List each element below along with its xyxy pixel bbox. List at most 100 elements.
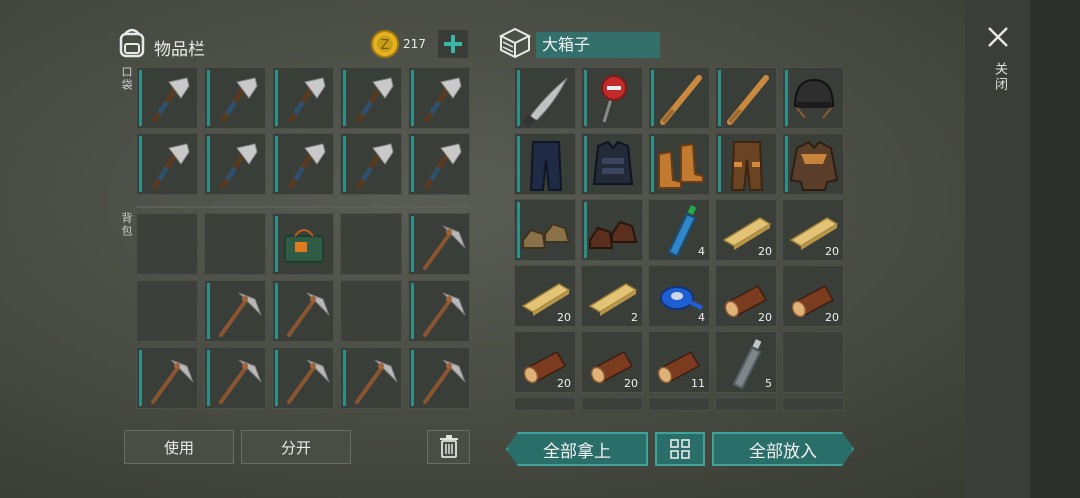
chest-slot[interactable]: 4 <box>648 265 710 327</box>
chest-slot[interactable] <box>514 199 576 261</box>
durability-bar <box>207 350 210 406</box>
chest-slot[interactable] <box>648 133 710 195</box>
durability-bar <box>207 136 210 192</box>
backpack-slot[interactable] <box>272 280 334 342</box>
chest-slot[interactable]: 11 <box>648 331 710 393</box>
pocket-slot[interactable] <box>408 67 470 129</box>
close-button[interactable]: 关闭 <box>983 22 1013 102</box>
pickaxe-icon <box>356 77 394 123</box>
backpack-slot[interactable] <box>136 347 198 409</box>
durability-bar <box>411 350 414 406</box>
backpack-slot[interactable] <box>272 213 334 275</box>
durability-bar <box>411 70 414 126</box>
durability-bar <box>718 70 721 126</box>
vest-icon <box>592 140 634 185</box>
backpack-slot[interactable] <box>272 347 334 409</box>
pocket-slot[interactable] <box>272 67 334 129</box>
durability-bar <box>139 136 142 192</box>
use-button[interactable]: 使用 <box>124 430 234 464</box>
backpack-slot[interactable] <box>340 213 402 275</box>
put-all-button[interactable]: 全部放入 <box>712 432 854 466</box>
pants-blue-icon <box>529 141 563 191</box>
item-count: 20 <box>758 311 772 324</box>
split-button[interactable]: 分开 <box>241 430 351 464</box>
backpack-slot[interactable] <box>136 280 198 342</box>
item-count: 5 <box>765 377 772 390</box>
chest-slot[interactable]: 20 <box>514 331 576 393</box>
add-coins-button[interactable] <box>438 30 468 58</box>
stone-pick-icon <box>423 225 466 270</box>
pocket-slot[interactable] <box>340 133 402 195</box>
chest-slot-partial <box>514 397 576 411</box>
take-all-button[interactable]: 全部拿上 <box>506 432 648 466</box>
backpack-slot[interactable] <box>408 347 470 409</box>
chest-slot[interactable] <box>715 67 777 129</box>
chest-slot[interactable] <box>782 133 844 195</box>
pickaxe-icon <box>424 77 462 123</box>
pocket-slot[interactable] <box>204 67 266 129</box>
chest-slot[interactable] <box>648 67 710 129</box>
backpack-slot[interactable] <box>408 280 470 342</box>
backpack-slot[interactable] <box>204 347 266 409</box>
pocket-slot[interactable] <box>408 133 470 195</box>
stone-pick-icon <box>355 359 398 404</box>
put-all-label: 全部放入 <box>749 441 817 462</box>
durability-bar <box>139 70 142 126</box>
svg-text:Z: Z <box>381 38 390 53</box>
coin-icon: Z <box>371 30 399 58</box>
chest-slot[interactable]: 20 <box>514 265 576 327</box>
pocket-slot[interactable] <box>136 133 198 195</box>
chest-slot[interactable] <box>581 199 643 261</box>
stop-sign-icon <box>601 75 627 123</box>
chest-slot[interactable]: 5 <box>715 331 777 393</box>
pickaxe-icon <box>288 143 326 189</box>
pocket-slot[interactable] <box>340 67 402 129</box>
stone-pick-icon <box>287 359 330 404</box>
backpack-slot[interactable] <box>204 280 266 342</box>
chest-slot[interactable]: 20 <box>581 331 643 393</box>
durability-bar <box>343 350 346 406</box>
pocket-slot[interactable] <box>136 67 198 129</box>
stone-pick-icon <box>219 359 262 404</box>
item-count: 20 <box>624 377 638 390</box>
chest-slot[interactable]: 20 <box>715 265 777 327</box>
backpack-slot[interactable] <box>408 213 470 275</box>
item-count: 11 <box>691 377 705 390</box>
chest-slot[interactable] <box>581 133 643 195</box>
grid-sort-icon <box>670 439 690 459</box>
chest-slot[interactable]: 4 <box>648 199 710 261</box>
durability-bar <box>785 136 788 192</box>
pants-brown-icon <box>730 141 764 191</box>
shoes-tan-icon <box>522 222 571 249</box>
durability-bar <box>275 70 278 126</box>
durability-bar <box>343 136 346 192</box>
chest-slot[interactable] <box>514 133 576 195</box>
crate-icon <box>498 27 532 59</box>
chest-slot[interactable]: 20 <box>715 199 777 261</box>
durability-bar <box>584 202 587 258</box>
chest-slot[interactable] <box>782 67 844 129</box>
bat-icon <box>660 75 702 125</box>
pickaxe-icon <box>220 143 258 189</box>
pocket-slot[interactable] <box>204 133 266 195</box>
trash-button[interactable] <box>427 430 470 464</box>
tackle-box-icon <box>284 229 324 263</box>
durability-bar <box>411 136 414 192</box>
chest-slot[interactable] <box>514 67 576 129</box>
chest-slot[interactable] <box>715 133 777 195</box>
chest-slot[interactable]: 2 <box>581 265 643 327</box>
backpack-slot[interactable] <box>340 347 402 409</box>
chest-slot[interactable] <box>782 331 844 393</box>
pickaxe-icon <box>152 77 190 123</box>
durability-bar <box>517 136 520 192</box>
backpack-slot[interactable] <box>204 213 266 275</box>
backpack-slot[interactable] <box>136 213 198 275</box>
pocket-slot[interactable] <box>272 133 334 195</box>
chest-slot[interactable]: 20 <box>782 199 844 261</box>
sort-button[interactable] <box>655 432 705 466</box>
plus-icon <box>444 35 462 53</box>
chest-slot[interactable] <box>581 67 643 129</box>
container-title-text: 大箱子 <box>542 35 591 54</box>
backpack-slot[interactable] <box>340 280 402 342</box>
chest-slot[interactable]: 20 <box>782 265 844 327</box>
